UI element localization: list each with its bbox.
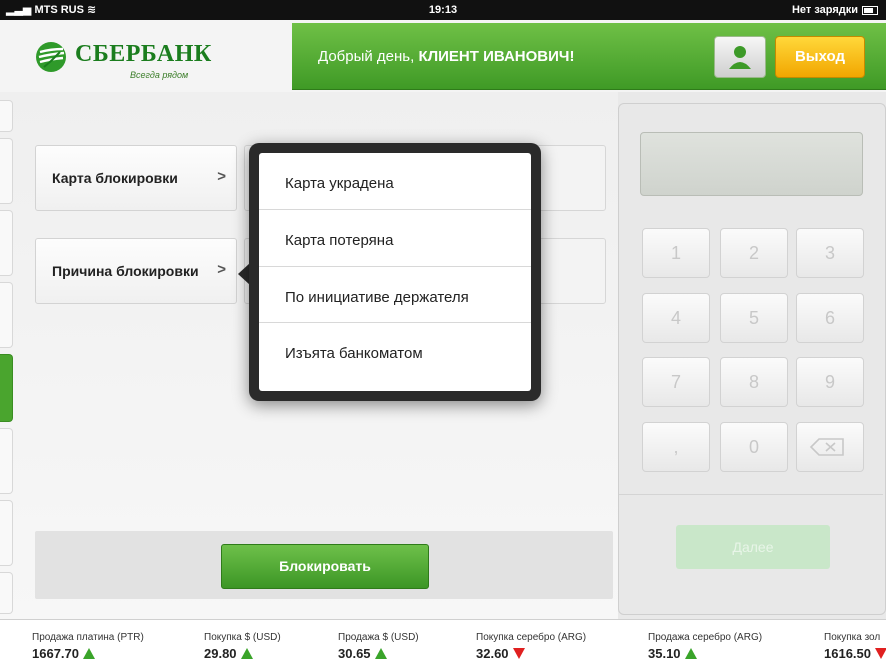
arrow-down-icon (875, 648, 886, 659)
rate-item: Покупка серебро (ARG) 32.60 (476, 632, 587, 661)
reason-option-atm[interactable]: Изъята банкоматом (259, 323, 531, 379)
rate-item: Продажа платина (PTR) 1667.70 (32, 632, 144, 661)
left-tab[interactable] (0, 138, 13, 204)
key-2[interactable]: 2 (720, 228, 788, 278)
reason-option-lost[interactable]: Карта потеряна (259, 210, 531, 266)
greeting: Добрый день, КЛИЕНТ ИВАНОВИЧ! (318, 48, 575, 65)
keypad-display (640, 132, 863, 196)
arrow-up-icon (240, 648, 253, 659)
backspace-key[interactable] (796, 422, 864, 472)
arrow-up-icon (684, 648, 697, 659)
bank-name: СБЕРБАНК (75, 41, 212, 67)
arrow-up-icon (374, 648, 387, 659)
clock: 19:13 (428, 4, 458, 16)
card-select-button[interactable]: Карта блокировки > (35, 145, 237, 211)
key-0[interactable]: 0 (720, 422, 788, 472)
keypad-divider (619, 494, 883, 495)
rate-item: Покупка $ (USD) 29.80 (204, 632, 281, 661)
reason-select-button[interactable]: Причина блокировки > (35, 238, 237, 304)
left-tab[interactable] (0, 428, 13, 494)
battery-icon (862, 5, 878, 15)
block-button[interactable]: Блокировать (221, 544, 429, 589)
key-1[interactable]: 1 (642, 228, 710, 278)
key-3[interactable]: 3 (796, 228, 864, 278)
key-9[interactable]: 9 (796, 357, 864, 407)
left-tab-active[interactable] (0, 354, 13, 422)
left-tab[interactable] (0, 210, 13, 276)
sberbank-logo-icon (36, 42, 66, 72)
next-button[interactable]: Далее (676, 525, 830, 569)
left-tab[interactable] (0, 572, 13, 614)
client-name: КЛИЕНТ ИВАНОВИЧ! (418, 48, 575, 65)
reason-options-list: Карта украдена Карта потеряна По инициат… (259, 153, 531, 391)
reason-option-holder[interactable]: По инициативе держателя (259, 267, 531, 323)
key-comma[interactable]: , (642, 422, 710, 472)
rate-item: Покупка зол 1616.50 (824, 632, 886, 661)
chevron-right-icon: > (217, 168, 226, 185)
rate-item: Продажа серебро (ARG) 35.10 (648, 632, 763, 661)
user-icon (729, 46, 751, 69)
rate-item: Продажа $ (USD) 30.65 (338, 632, 419, 661)
key-4[interactable]: 4 (642, 293, 710, 343)
exit-button[interactable]: Выход (775, 36, 865, 78)
profile-button[interactable] (714, 36, 766, 78)
bank-slogan: Всегда рядом (130, 70, 189, 80)
status-bar: ▂▃▅ MTS RUS ≋ 19:13 Нет зарядки (0, 0, 886, 20)
key-8[interactable]: 8 (720, 357, 788, 407)
left-tab[interactable] (0, 500, 13, 566)
key-5[interactable]: 5 (720, 293, 788, 343)
chevron-right-icon: > (217, 261, 226, 278)
rates-ticker: Продажа платина (PTR) 1667.70 Покупка $ … (0, 619, 886, 664)
key-6[interactable]: 6 (796, 293, 864, 343)
backspace-icon (809, 438, 844, 456)
arrow-up-icon (83, 648, 95, 659)
left-tab[interactable] (0, 100, 13, 132)
key-7[interactable]: 7 (642, 357, 710, 407)
left-tab[interactable] (0, 282, 13, 348)
battery-status: Нет зарядки (792, 0, 878, 20)
arrow-down-icon (512, 648, 525, 659)
reason-option-stolen[interactable]: Карта украдена (259, 153, 531, 209)
